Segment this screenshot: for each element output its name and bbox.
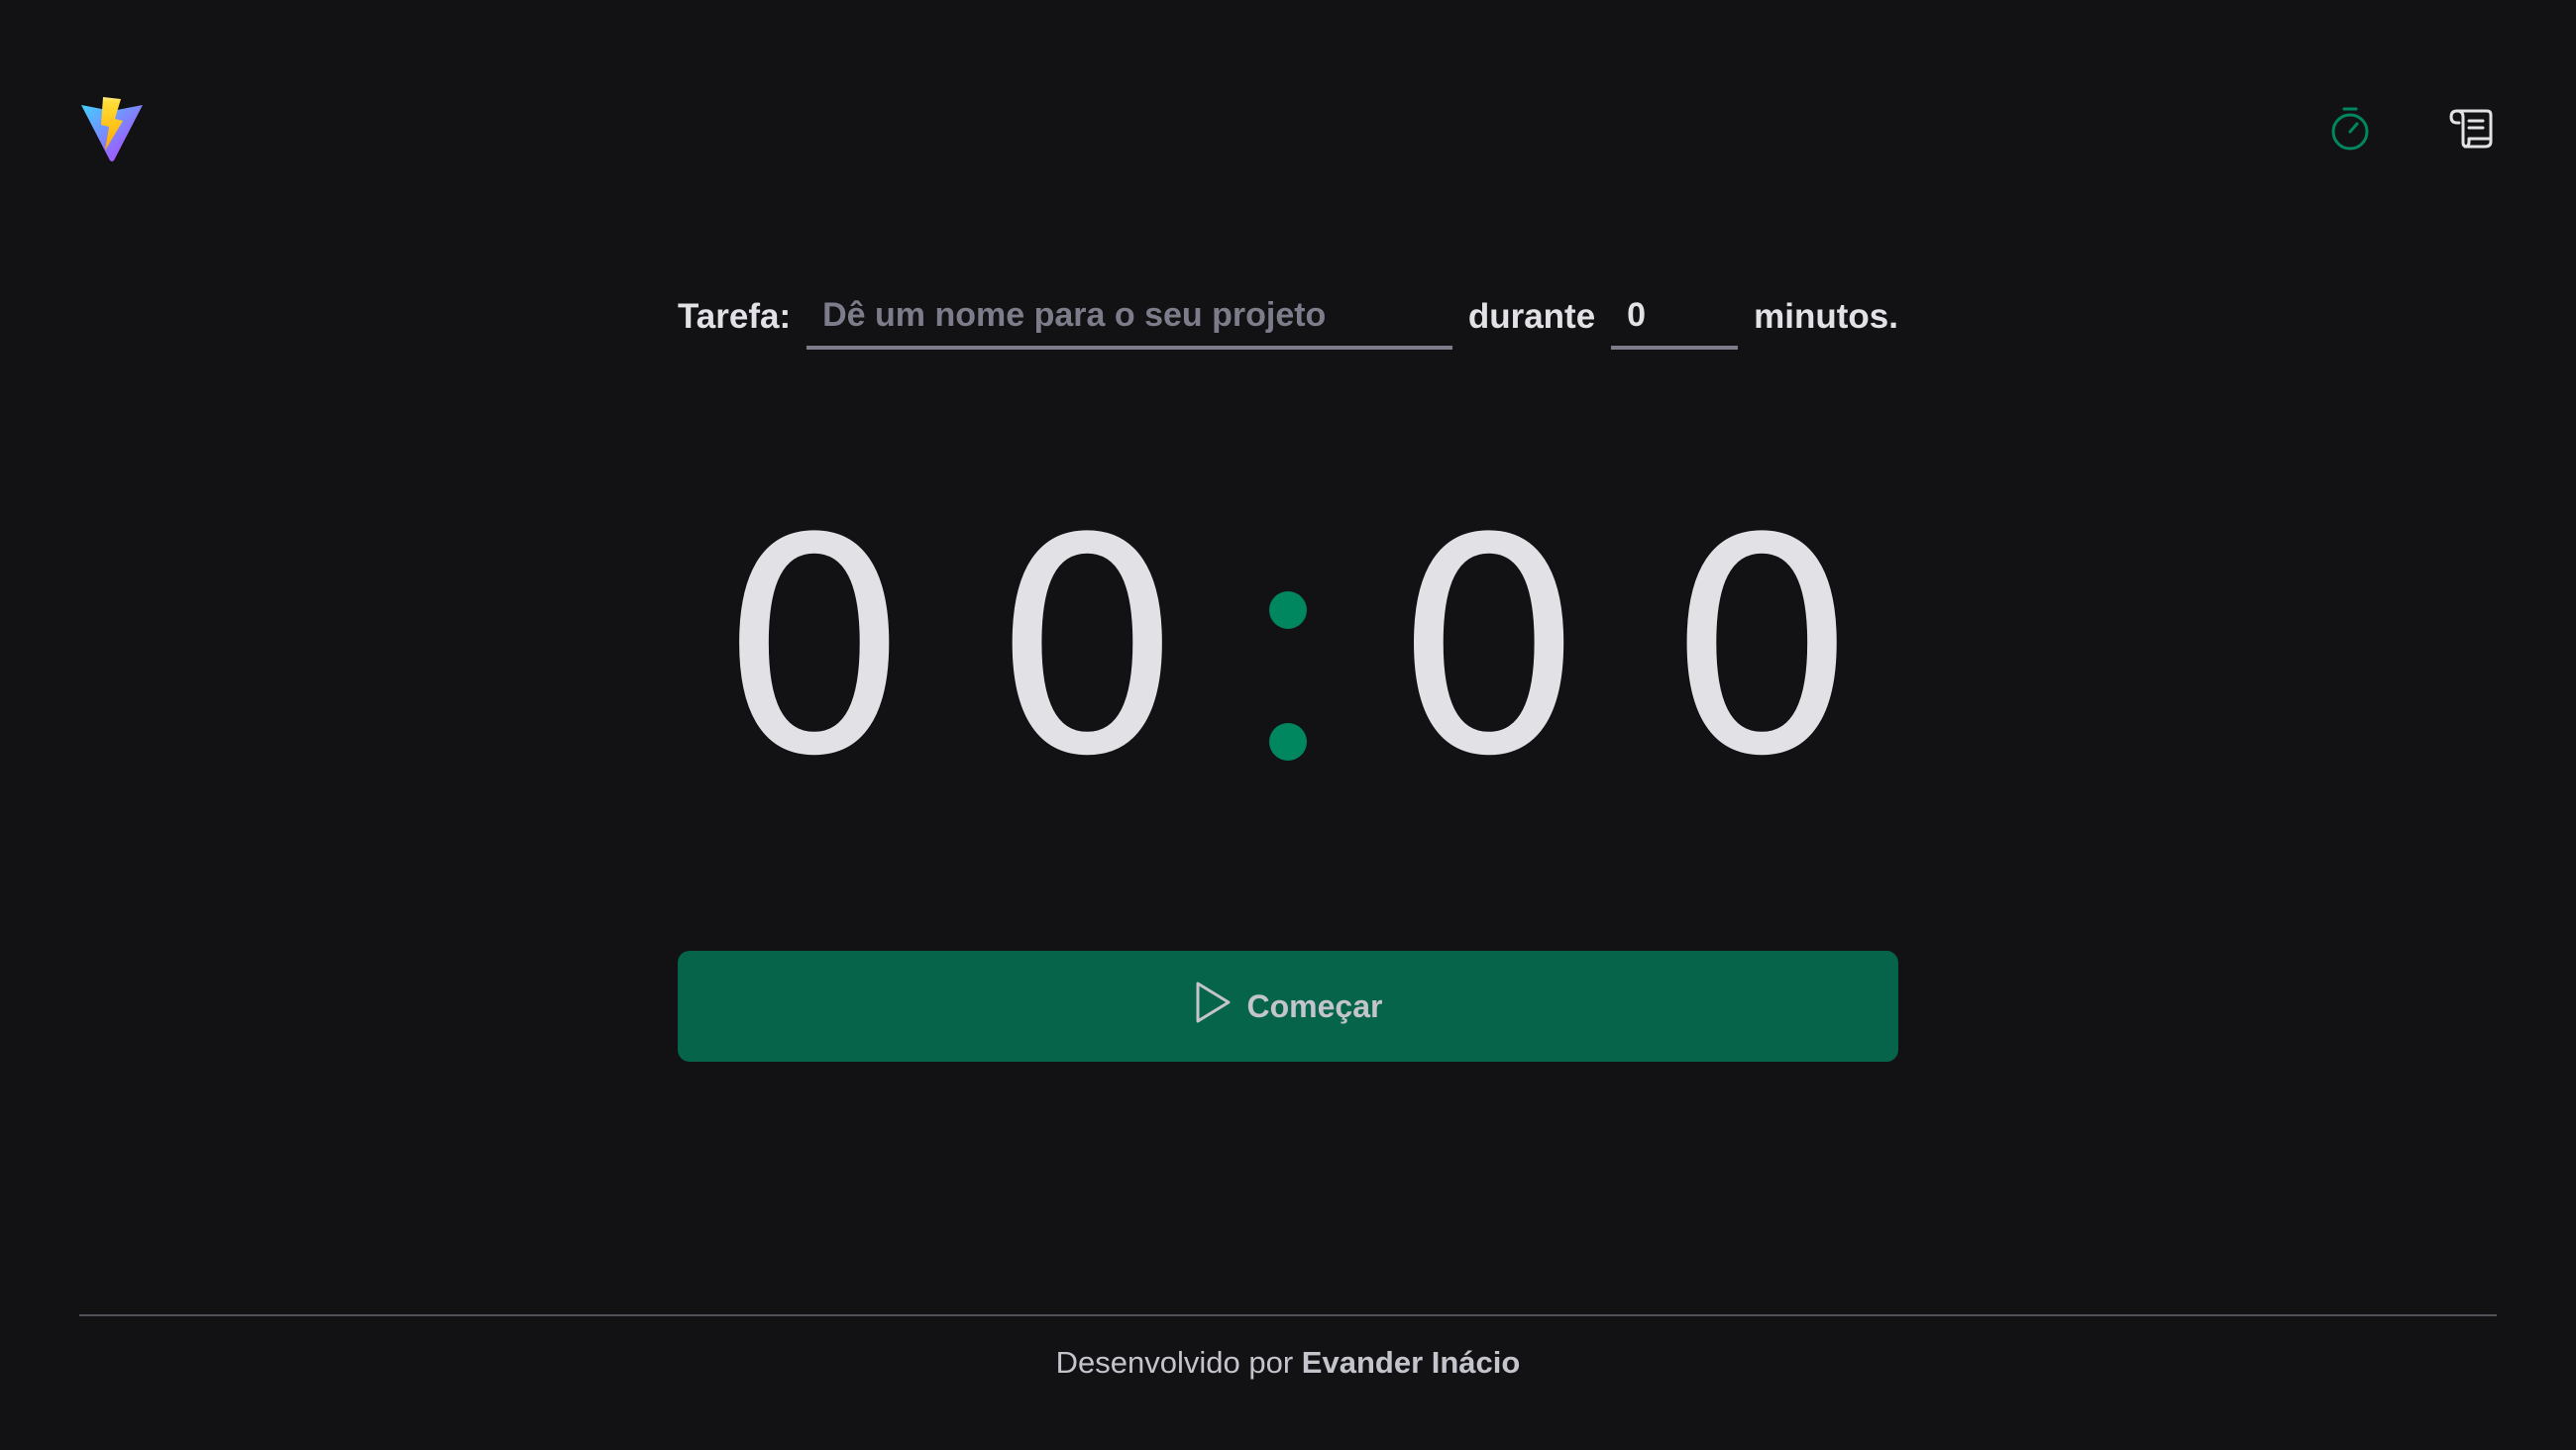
play-icon [1194, 981, 1232, 1032]
countdown-display: 0 0 0 0 [678, 485, 1898, 812]
seconds-tens-digit: 0 [1394, 475, 1584, 821]
minutes-ones-digit: 0 [992, 475, 1182, 821]
task-name-input[interactable] [806, 284, 1452, 350]
separator-dot-top [1269, 591, 1308, 629]
vite-logo-icon [79, 95, 145, 162]
separator-dot-bottom [1269, 723, 1308, 761]
page: Tarefa: durante minutos. 0 0 0 0 Começar… [0, 0, 2576, 1450]
minutes-tens-digit: 0 [719, 475, 910, 821]
timer-icon [2329, 106, 2371, 156]
seconds-ones-digit: 0 [1666, 475, 1857, 821]
footer: Desenvolvido por Evander Inácio [0, 1345, 2576, 1381]
footer-prefix: Desenvolvido por [1055, 1345, 1302, 1380]
nav [2324, 89, 2497, 172]
nav-timer-link[interactable] [2324, 89, 2376, 172]
minutes-label: minutos. [1754, 297, 1898, 336]
start-button-label: Começar [1246, 987, 1383, 1024]
minutes-amount-input[interactable] [1611, 284, 1739, 350]
start-button[interactable]: Começar [678, 951, 1898, 1062]
header [79, 89, 2497, 168]
footer-divider [79, 1314, 2497, 1316]
footer-author: Evander Inácio [1301, 1345, 1521, 1380]
during-label: durante [1467, 297, 1596, 336]
countdown-separator [1224, 485, 1352, 812]
task-form: Tarefa: durante minutos. [678, 277, 1898, 357]
scroll-icon [2449, 109, 2493, 154]
task-label: Tarefa: [678, 297, 792, 336]
nav-history-link[interactable] [2445, 89, 2497, 172]
